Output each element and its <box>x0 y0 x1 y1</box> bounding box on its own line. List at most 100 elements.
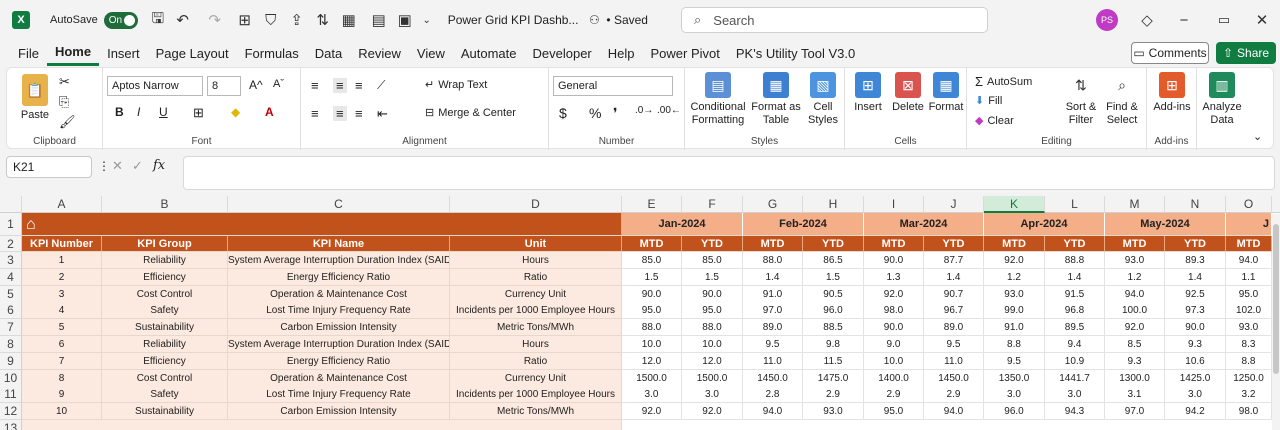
mtd-value-cell[interactable]: 2.8 <box>743 386 803 404</box>
row-header-13[interactable]: 13 <box>0 420 22 430</box>
mtd-value-cell[interactable]: 93.0 <box>984 285 1045 303</box>
mtd-value-cell[interactable]: 9.0 <box>864 336 924 353</box>
row-header-9[interactable]: 9 <box>0 352 22 370</box>
addins-button[interactable]: ⊞ Add-ins <box>1151 72 1193 114</box>
kpi-number-header[interactable]: KPI Number <box>22 236 102 252</box>
kpi-number-cell[interactable]: 8 <box>22 369 102 387</box>
mtd-value-cell[interactable]: 12.0 <box>622 352 682 370</box>
mtd-value-cell[interactable]: 1250.0 <box>1226 369 1272 387</box>
ytd-value-cell[interactable]: 1.5 <box>803 268 864 286</box>
ytd-value-cell[interactable]: 3.0 <box>1045 386 1105 404</box>
mtd-value-cell[interactable]: 3.0 <box>622 386 682 404</box>
search-box[interactable]: ⌕ Search <box>681 7 988 33</box>
kpi-name-header[interactable]: KPI Name <box>228 236 450 252</box>
kpi-number-cell[interactable]: 2 <box>22 268 102 286</box>
delete-cells-button[interactable]: ⊠ Delete <box>889 72 927 114</box>
kpi-name-cell[interactable]: Operation & Maintenance Cost <box>228 285 450 303</box>
mtd-value-cell[interactable]: 96.0 <box>984 403 1045 421</box>
format-as-table-button[interactable]: ▦ Format as Table <box>751 72 801 127</box>
fill-button[interactable]: ⬇ Fill <box>975 94 1002 108</box>
kpi-number-cell[interactable]: 5 <box>22 319 102 337</box>
mtd-value-cell[interactable]: 91.0 <box>743 285 803 303</box>
kpi-group-cell[interactable]: Efficiency <box>102 268 228 286</box>
ytd-value-cell[interactable]: 97.3 <box>1165 302 1226 320</box>
column-header-i[interactable]: I <box>864 196 924 213</box>
ytd-value-cell[interactable]: 11.5 <box>803 352 864 370</box>
unit-cell[interactable]: Hours <box>450 336 622 353</box>
ytd-value-cell[interactable]: 12.0 <box>682 352 743 370</box>
mtd-value-cell[interactable]: 95.0 <box>864 403 924 421</box>
column-header-e[interactable]: E <box>622 196 682 213</box>
ytd-value-cell[interactable]: 94.0 <box>924 403 984 421</box>
ytd-value-cell[interactable]: 88.0 <box>682 319 743 337</box>
column-header-n[interactable]: N <box>1165 196 1226 213</box>
tab-view[interactable]: View <box>409 40 453 66</box>
percent-button[interactable]: % <box>589 105 601 121</box>
form-icon[interactable]: ▣ <box>394 6 416 34</box>
align-bottom-icon[interactable]: ≡ <box>355 78 363 93</box>
column-header-g[interactable]: G <box>743 196 803 213</box>
kpi-number-cell[interactable]: 9 <box>22 386 102 404</box>
mtd-value-cell[interactable]: 8.5 <box>1105 336 1165 353</box>
mtd-value-cell[interactable]: 93.0 <box>1226 319 1272 337</box>
insert-function-icon[interactable]: fx <box>153 158 165 173</box>
column-header-k[interactable]: K <box>984 196 1045 213</box>
cancel-icon[interactable]: ✕ <box>112 158 123 174</box>
ytd-value-cell[interactable]: 1425.0 <box>1165 369 1226 387</box>
mtd-value-cell[interactable]: 8.3 <box>1226 336 1272 353</box>
mtd-header[interactable]: MTD <box>743 236 803 252</box>
grow-font-icon[interactable]: A^ <box>249 78 263 92</box>
ytd-value-cell[interactable]: 1475.0 <box>803 369 864 387</box>
ytd-value-cell[interactable]: 1.4 <box>1165 268 1226 286</box>
mtd-value-cell[interactable]: 9.3 <box>1105 352 1165 370</box>
mtd-value-cell[interactable]: 92.0 <box>984 252 1045 269</box>
ytd-header[interactable]: YTD <box>1045 236 1105 252</box>
mtd-value-cell[interactable]: 8.8 <box>1226 352 1272 370</box>
avatar[interactable]: PS <box>1096 9 1118 31</box>
italic-button[interactable]: I <box>137 105 140 119</box>
mtd-value-cell[interactable]: 99.0 <box>984 302 1045 320</box>
mtd-value-cell[interactable]: 94.0 <box>743 403 803 421</box>
borders-button-icon[interactable]: ⊞ <box>193 105 204 121</box>
ytd-value-cell[interactable]: 10.9 <box>1045 352 1105 370</box>
mtd-value-cell[interactable]: 9.5 <box>984 352 1045 370</box>
scroll-thumb[interactable] <box>1273 224 1279 374</box>
unit-cell[interactable]: Ratio <box>450 352 622 370</box>
ytd-header[interactable]: YTD <box>682 236 743 252</box>
unit-cell[interactable]: Hours <box>450 252 622 269</box>
unit-cell[interactable]: Currency Unit <box>450 285 622 303</box>
ytd-value-cell[interactable]: 1.4 <box>924 268 984 286</box>
ytd-value-cell[interactable]: 90.7 <box>924 285 984 303</box>
unit-cell[interactable]: Metric Tons/MWh <box>450 319 622 337</box>
kpi-group-cell[interactable]: Reliability <box>102 336 228 353</box>
ytd-value-cell[interactable]: 96.7 <box>924 302 984 320</box>
bold-button[interactable]: B <box>115 105 124 119</box>
cut-icon[interactable]: ✂ <box>59 74 70 90</box>
row-header-11[interactable]: 11 <box>0 386 22 404</box>
ytd-value-cell[interactable]: 11.0 <box>924 352 984 370</box>
mtd-value-cell[interactable]: 1.5 <box>622 268 682 286</box>
undo-icon[interactable]: ↶ <box>172 6 194 34</box>
column-header-b[interactable]: B <box>102 196 228 213</box>
column-header-d[interactable]: D <box>450 196 622 213</box>
wrap-text-button[interactable]: ↵ Wrap Text <box>425 78 487 92</box>
mtd-value-cell[interactable]: 1.4 <box>743 268 803 286</box>
kpi-group-cell[interactable]: Safety <box>102 386 228 404</box>
ytd-header[interactable]: YTD <box>924 236 984 252</box>
ytd-value-cell[interactable]: 89.3 <box>1165 252 1226 269</box>
clear-button[interactable]: ◆ Clear <box>975 114 1014 128</box>
ytd-value-cell[interactable]: 89.0 <box>924 319 984 337</box>
ytd-value-cell[interactable]: 9.4 <box>1045 336 1105 353</box>
row-header-2[interactable]: 2 <box>0 236 22 252</box>
kpi-group-header[interactable]: KPI Group <box>102 236 228 252</box>
ytd-value-cell[interactable]: 89.5 <box>1045 319 1105 337</box>
mtd-value-cell[interactable]: 92.0 <box>864 285 924 303</box>
kpi-group-cell[interactable]: Reliability <box>102 252 228 269</box>
spreadsheet-grid[interactable]: A B C D E F G H I J K L M N O 1 ⌂ Jan-20… <box>0 196 1280 430</box>
kpi-name-cell[interactable]: Lost Time Injury Frequency Rate <box>228 386 450 404</box>
align-middle-icon[interactable]: ≡ <box>333 78 347 93</box>
mtd-value-cell[interactable]: 2.9 <box>864 386 924 404</box>
format-painter-icon[interactable]: 🖌 <box>59 114 76 130</box>
unit-cell[interactable]: Incidents per 1000 Employee Hours <box>450 302 622 320</box>
mtd-value-cell[interactable]: 1500.0 <box>622 369 682 387</box>
